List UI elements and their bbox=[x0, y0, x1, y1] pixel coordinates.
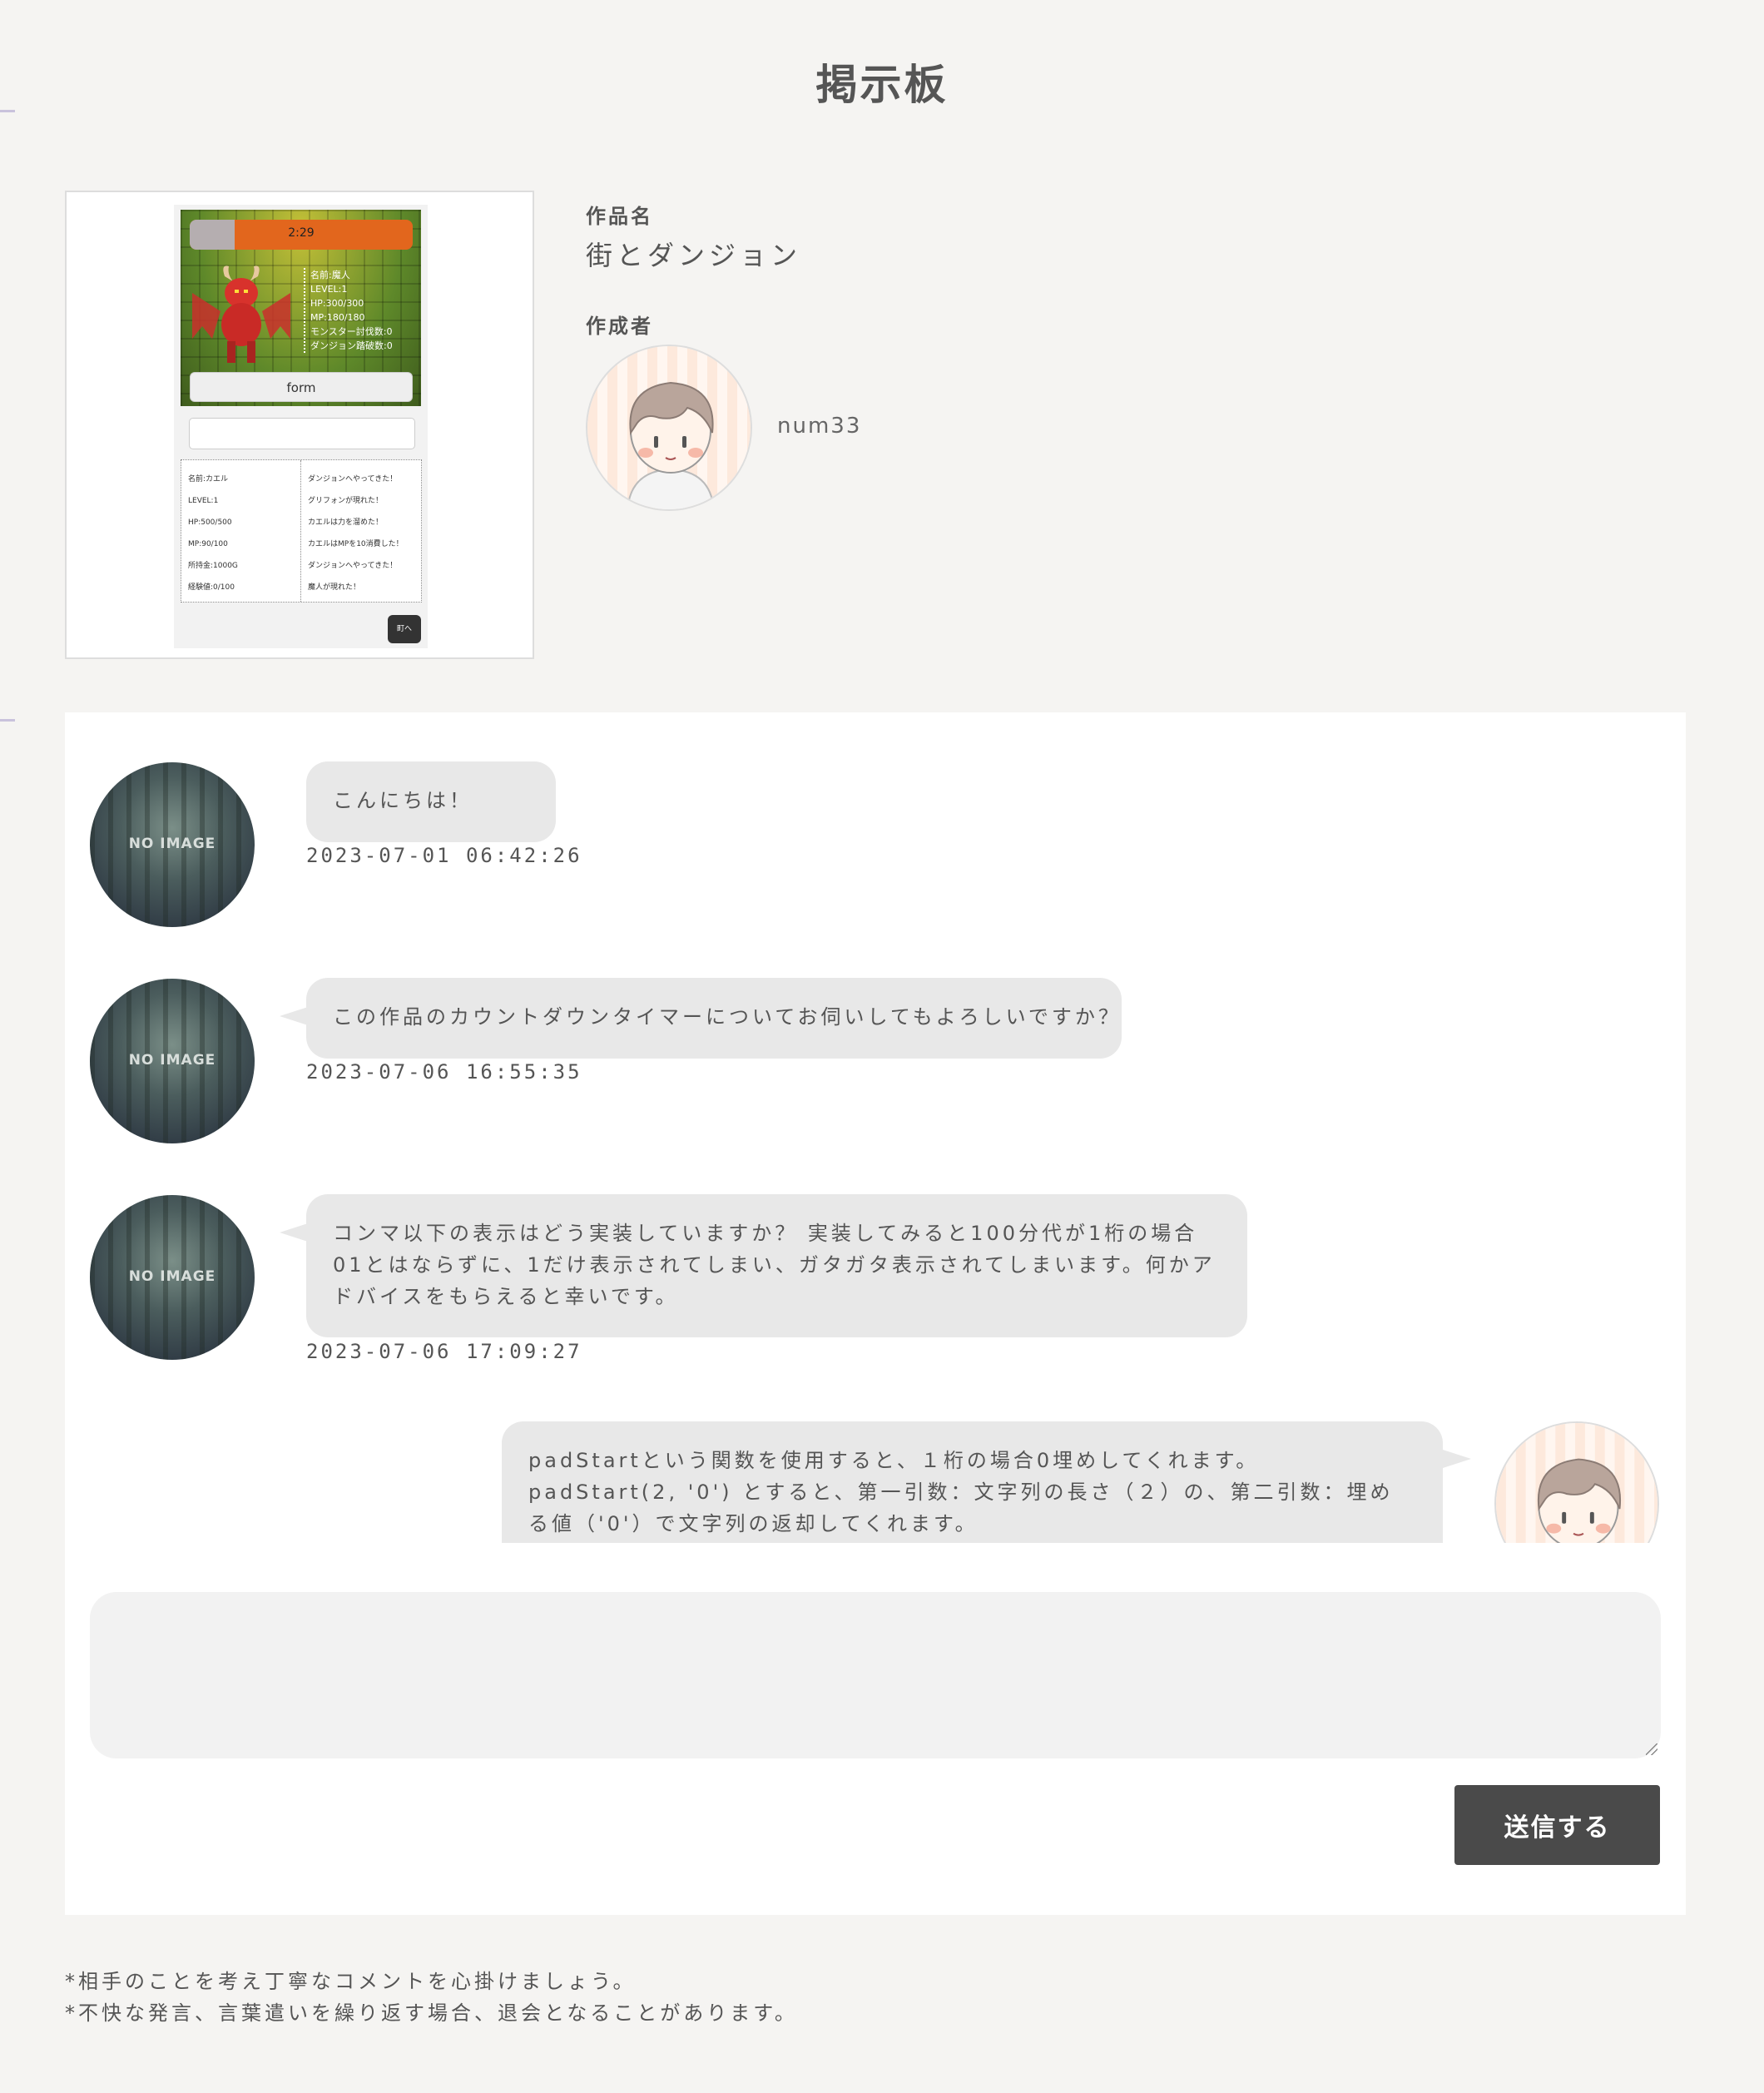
author-avatar[interactable] bbox=[586, 345, 752, 511]
comment-textarea[interactable] bbox=[90, 1592, 1661, 1758]
timer-bar: 2:29 bbox=[190, 220, 413, 250]
no-image-avatar[interactable]: NO IMAGE bbox=[90, 979, 255, 1143]
message-timestamp: 2023-07-01 06:42:26 bbox=[306, 844, 582, 867]
no-image-avatar[interactable]: NO IMAGE bbox=[90, 1195, 255, 1360]
no-image-avatar[interactable]: NO IMAGE bbox=[90, 762, 255, 927]
thumbnail-input bbox=[189, 418, 415, 449]
resize-handle[interactable] bbox=[1646, 1743, 1657, 1755]
message-bubble: この作品のカウントダウンタイマーについてお伺いしてもよろしいですか？ bbox=[306, 978, 1122, 1059]
battle-log: ダンジョンへやってきた！ グリフォンが現れた！ カエルは力を溜めた！ カエルはM… bbox=[308, 475, 404, 592]
demon-monster-icon bbox=[192, 265, 290, 363]
author-avatar[interactable] bbox=[1494, 1421, 1659, 1543]
timer-text: 2:29 bbox=[288, 226, 315, 240]
boy-avatar-icon bbox=[587, 346, 751, 509]
side-marker bbox=[0, 719, 15, 722]
message-timestamp: 2023-07-06 17:09:27 bbox=[306, 1340, 582, 1363]
comment-board: NO IMAGE こんにちは！ 2023-07-01 06:42:26 NO I… bbox=[65, 712, 1686, 1915]
game-scene: 2:29 名前:魔人 LEVEL:1 HP:300/300 MP:180/180… bbox=[181, 210, 421, 406]
work-title: 街とダンジョン bbox=[586, 240, 802, 271]
status-panel: 名前:カエル LEVEL:1 HP:500/500 MP:90/100 所持金:… bbox=[181, 459, 422, 603]
message-list[interactable]: NO IMAGE こんにちは！ 2023-07-01 06:42:26 NO I… bbox=[65, 712, 1686, 1543]
author-label: 作成者 bbox=[586, 315, 653, 338]
guideline-note: *相手のことを考え丁寧なコメントを心掛けましょう。 bbox=[65, 1970, 637, 1993]
work-title-label: 作品名 bbox=[586, 205, 653, 228]
boy-avatar-icon bbox=[1496, 1423, 1657, 1543]
message-bubble: こんにちは！ bbox=[306, 761, 556, 842]
author-name[interactable]: num33 bbox=[777, 414, 861, 439]
page-title: 掲示板 bbox=[815, 61, 949, 109]
thumbnail-screen: 2:29 名前:魔人 LEVEL:1 HP:300/300 MP:180/180… bbox=[174, 205, 428, 648]
message-timestamp: 2023-07-06 16:55:35 bbox=[306, 1060, 582, 1084]
guideline-note: *不快な発言、言葉遣いを繰り返す場合、退会となることがあります。 bbox=[65, 2001, 798, 2025]
message-bubble: padStartという関数を使用すると、１桁の場合0埋めしてくれます。 padS… bbox=[502, 1421, 1443, 1543]
send-button[interactable]: 送信する bbox=[1454, 1785, 1660, 1865]
town-button: 町へ bbox=[388, 615, 421, 643]
work-thumbnail[interactable]: 2:29 名前:魔人 LEVEL:1 HP:300/300 MP:180/180… bbox=[65, 191, 534, 659]
monster-stats: 名前:魔人 LEVEL:1 HP:300/300 MP:180/180 モンスタ… bbox=[304, 268, 393, 353]
message-bubble: コンマ以下の表示はどう実装していますか？ 実装してみると100分代が1桁の場合0… bbox=[306, 1194, 1247, 1337]
posting-guidelines: *相手のことを考え丁寧なコメントを心掛けましょう。 *不快な発言、言葉遣いを繰り… bbox=[65, 1966, 798, 2029]
player-stats: 名前:カエル LEVEL:1 HP:500/500 MP:90/100 所持金:… bbox=[188, 475, 238, 592]
form-button: form bbox=[190, 372, 413, 402]
